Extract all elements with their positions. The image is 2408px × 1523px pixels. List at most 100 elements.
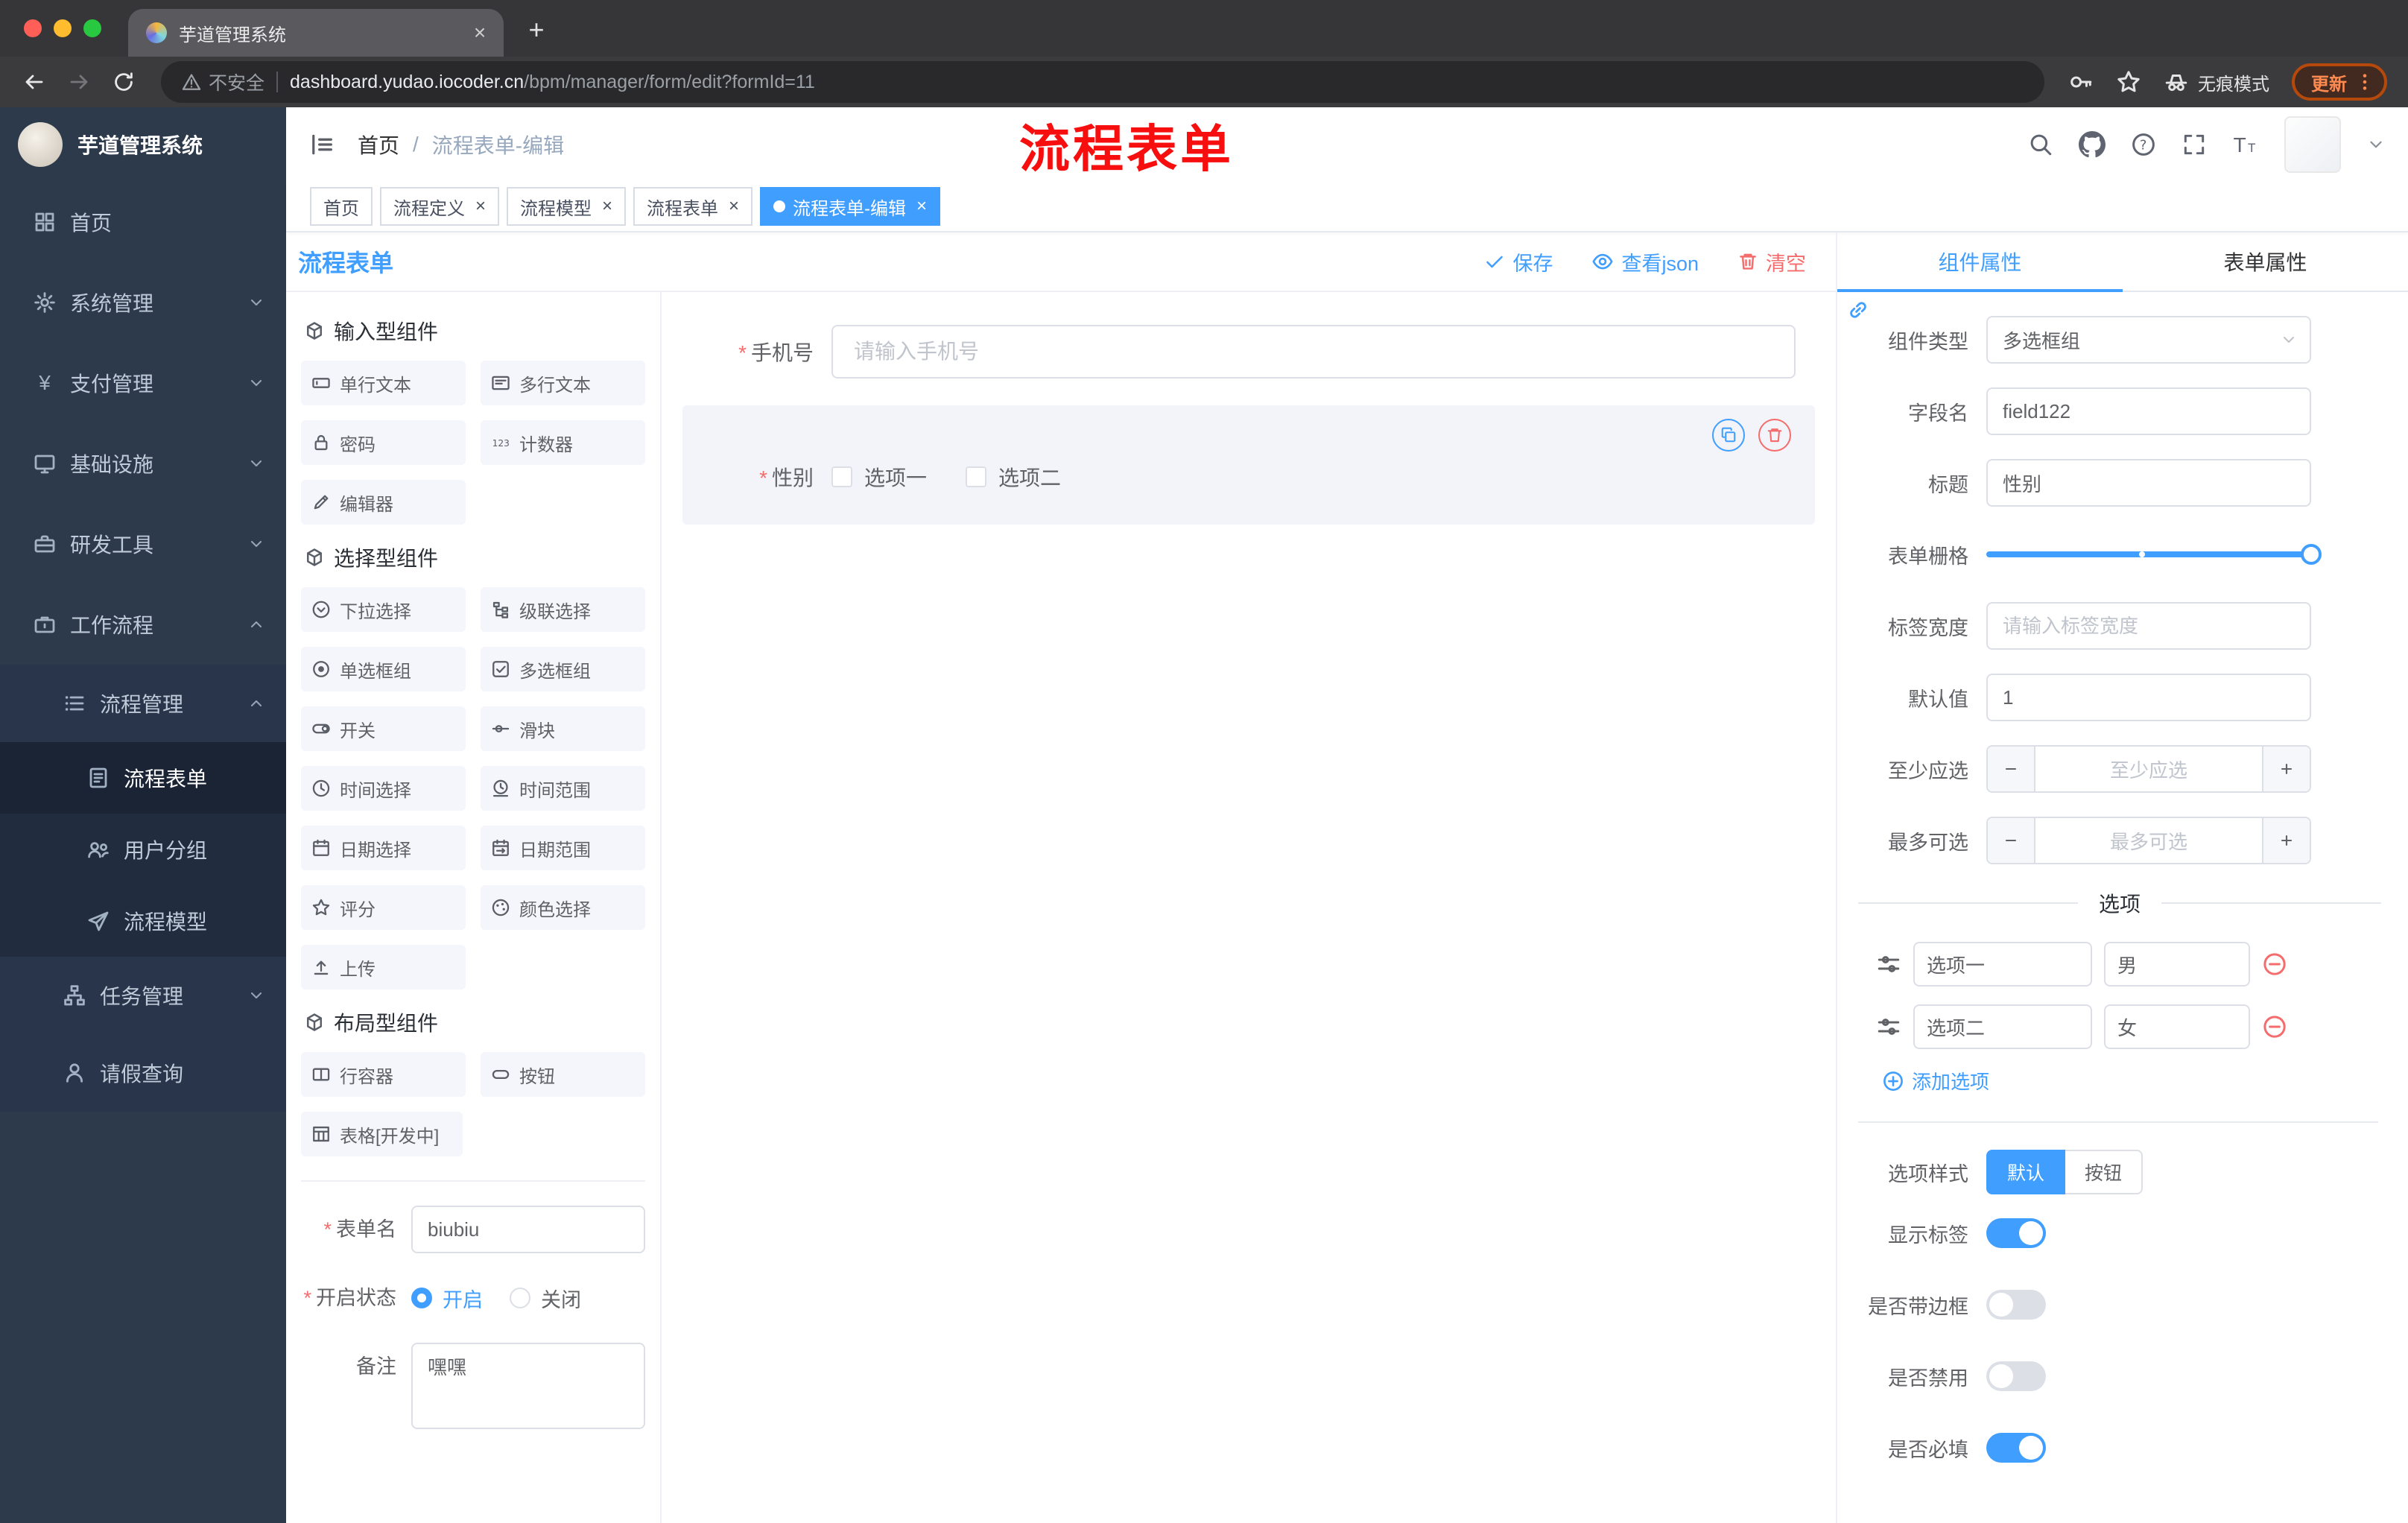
sidebar-item-task-manage[interactable]: 任务管理 [0,957,286,1034]
bookmark-star-icon[interactable] [2116,69,2141,95]
component-slider[interactable]: 滑块 [481,706,645,751]
field-name-input[interactable] [1986,387,2311,435]
tab-component-props[interactable]: 组件属性 [1837,232,2123,292]
add-option-button[interactable]: 添加选项 [1882,1067,2381,1095]
sidebar-item-process-model[interactable]: 流程模型 [0,885,286,957]
component-table[interactable]: 表格[开发中] [301,1112,463,1156]
form-remark-textarea[interactable]: 嘿嘿 [411,1343,645,1429]
save-button[interactable]: 保存 [1484,247,1553,276]
component-select[interactable]: 下拉选择 [301,587,466,632]
remove-option-icon[interactable] [2262,952,2287,977]
grid-slider[interactable] [1986,531,2322,578]
tag-process-form[interactable]: 流程表单 × [633,187,753,226]
option-1-label-input[interactable] [1913,942,2092,987]
browser-tab[interactable]: 芋道管理系统 × [128,9,504,57]
show-label-toggle[interactable] [1986,1218,2046,1248]
component-rate[interactable]: 评分 [301,885,466,930]
kebab-menu-icon[interactable] [2354,72,2375,92]
maximize-window-button[interactable] [83,19,101,37]
increase-icon[interactable] [2262,747,2310,791]
sidebar-item-dev-tools[interactable]: 研发工具 [0,504,286,584]
help-icon[interactable]: ? [2131,132,2156,157]
tag-home[interactable]: 首页 [310,187,373,226]
component-type-select[interactable] [1986,316,2311,364]
min-select-value[interactable]: 至少应选 [2035,747,2262,791]
canvas-field-phone[interactable]: 手机号 [682,325,1815,379]
option-1-value-input[interactable] [2104,942,2250,987]
component-date-picker[interactable]: 日期选择 [301,826,466,870]
decrease-icon[interactable] [1988,747,2035,791]
component-time-range[interactable]: 时间范围 [481,766,645,811]
chevron-down-icon[interactable] [2366,135,2386,154]
label-width-input[interactable] [1986,602,2311,650]
tag-process-definition[interactable]: 流程定义 × [380,187,500,226]
key-icon[interactable] [2068,69,2094,95]
sidebar-item-process-manage[interactable]: 流程管理 [0,665,286,742]
collapse-sidebar-icon[interactable] [308,131,335,158]
required-toggle[interactable] [1986,1433,2046,1463]
clear-button[interactable]: 清空 [1737,247,1806,276]
minimize-window-button[interactable] [54,19,72,37]
font-size-icon[interactable]: TT [2232,131,2259,158]
option-style-default[interactable]: 默认 [1986,1150,2066,1194]
component-color-picker[interactable]: 颜色选择 [481,885,645,930]
component-counter[interactable]: 123 计数器 [481,420,645,465]
close-icon[interactable]: × [475,197,486,215]
increase-icon[interactable] [2262,818,2310,863]
component-multi-text[interactable]: 多行文本 [481,361,645,405]
component-cascader[interactable]: 级联选择 [481,587,645,632]
sidebar-item-home[interactable]: 首页 [0,182,286,262]
incognito-profile-chip[interactable]: 无痕模式 [2164,69,2269,95]
form-name-input[interactable] [411,1206,645,1253]
reload-icon[interactable] [104,63,143,101]
component-button[interactable]: 按钮 [481,1052,645,1097]
fullscreen-icon[interactable] [2182,132,2207,157]
breadcrumb-root[interactable]: 首页 [358,130,399,159]
component-switch[interactable]: 开关 [301,706,466,751]
sidebar-item-system[interactable]: 系统管理 [0,262,286,343]
gender-option-2[interactable]: 选项二 [966,462,1061,492]
option-2-label-input[interactable] [1913,1004,2092,1049]
component-radio-group[interactable]: 单选框组 [301,647,466,691]
url-omnibox[interactable]: 不安全 dashboard.yudao.iocoder.cn/bpm/manag… [161,61,2044,103]
security-indicator[interactable]: 不安全 [182,69,264,95]
sidebar-item-workflow[interactable]: 工作流程 [0,584,286,665]
sidebar-item-user-group[interactable]: 用户分组 [0,814,286,885]
back-icon[interactable] [15,63,54,101]
option-style-button[interactable]: 按钮 [2065,1150,2144,1194]
remove-option-icon[interactable] [2262,1014,2287,1039]
close-window-button[interactable] [24,19,42,37]
status-radio-off[interactable]: 关闭 [510,1284,581,1313]
title-input[interactable] [1986,459,2311,507]
canvas-field-gender-selected[interactable]: 性别 选项一 选项二 [682,405,1815,525]
slider-handle[interactable] [2301,544,2322,565]
border-toggle[interactable] [1986,1290,2046,1320]
drag-handle-icon[interactable] [1876,952,1901,977]
component-time-picker[interactable]: 时间选择 [301,766,466,811]
option-2-value-input[interactable] [2104,1004,2250,1049]
close-icon[interactable]: × [916,197,927,215]
gender-option-1[interactable]: 选项一 [831,462,927,492]
checkbox-box[interactable] [831,466,852,487]
checkbox-box[interactable] [966,466,987,487]
default-value-input[interactable] [1986,674,2311,721]
sidebar-item-leave-query[interactable]: 请假查询 [0,1034,286,1112]
browser-update-button[interactable]: 更新 [2292,63,2387,101]
component-row-container[interactable]: 行容器 [301,1052,466,1097]
forward-icon[interactable] [60,63,98,101]
close-icon[interactable]: × [602,197,612,215]
sidebar-item-payment[interactable]: ¥ 支付管理 [0,343,286,423]
decrease-icon[interactable] [1988,818,2035,863]
link-icon[interactable] [1846,298,1870,322]
component-checkbox-group[interactable]: 多选框组 [481,647,645,691]
phone-input[interactable] [831,325,1796,379]
component-password[interactable]: 密码 [301,420,466,465]
tab-close-icon[interactable]: × [468,21,492,45]
tag-process-form-edit[interactable]: 流程表单-编辑 × [760,187,941,226]
component-date-range[interactable]: 日期范围 [481,826,645,870]
disabled-toggle[interactable] [1986,1361,2046,1391]
sidebar-item-infrastructure[interactable]: 基础设施 [0,423,286,504]
component-single-text[interactable]: 单行文本 [301,361,466,405]
search-icon[interactable] [2028,132,2053,157]
component-upload[interactable]: 上传 [301,945,466,990]
